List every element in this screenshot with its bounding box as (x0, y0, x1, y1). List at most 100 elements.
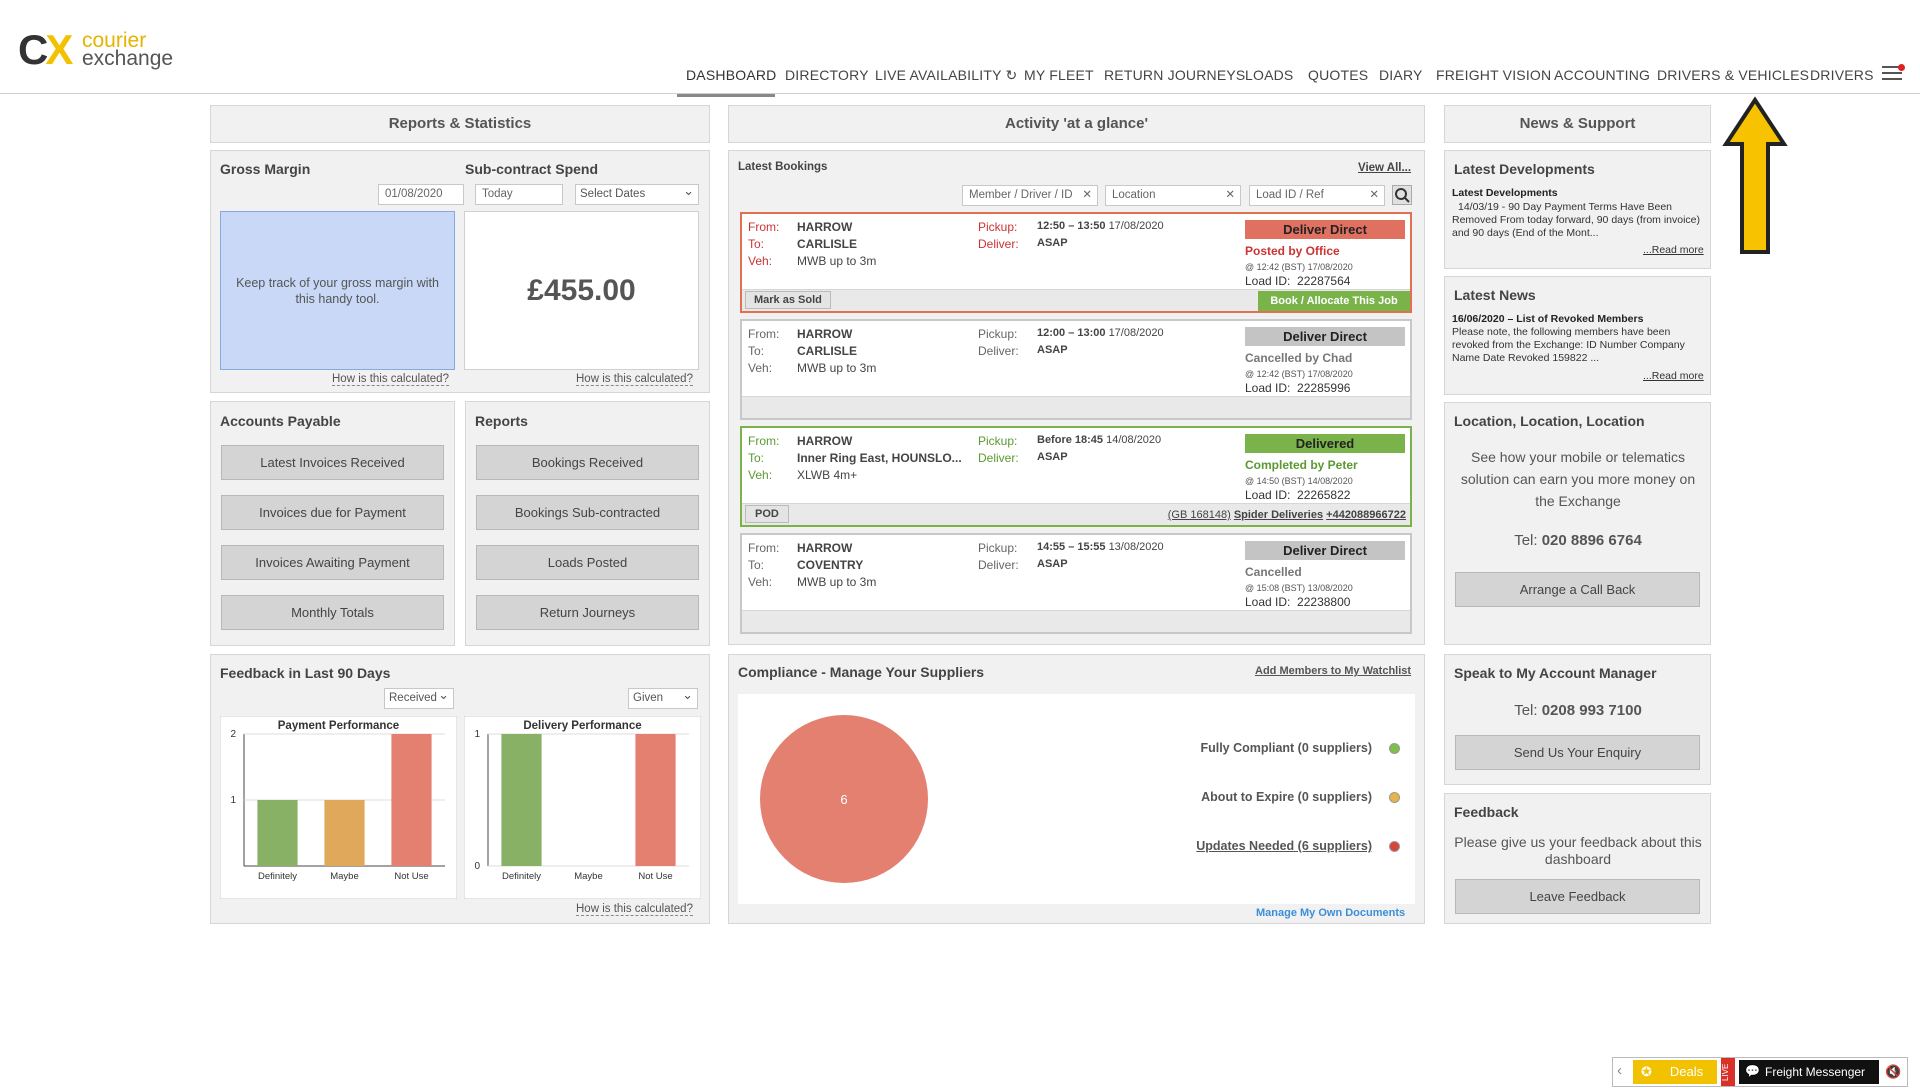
status-dot-green (1389, 743, 1400, 754)
invoices-awaiting-button[interactable]: Invoices Awaiting Payment (221, 545, 444, 580)
latest-bookings-title: Latest Bookings (738, 161, 828, 173)
nav-accounting[interactable]: ACCOUNTING (1554, 67, 1650, 83)
status-detail: Cancelled by Chad (1245, 351, 1353, 365)
veh-label: Veh: (748, 468, 773, 482)
mark-as-sold-button[interactable]: Mark as Sold (745, 291, 831, 309)
clear-icon[interactable]: ✕ (1225, 186, 1235, 205)
x-tick-label: Not Use (394, 871, 428, 882)
to-label: To: (748, 558, 765, 572)
loadid-filter-input[interactable]: Load ID / Ref ✕ (1249, 185, 1385, 206)
member-filter-placeholder: Member / Driver / ID (969, 189, 1073, 201)
booking-card[interactable]: From: To: Veh: HARROW CARLISLE MWB up to… (740, 212, 1412, 313)
leave-feedback-button[interactable]: Leave Feedback (1455, 879, 1700, 914)
pickup-value: 12:00 – 13:00 17/08/2020 (1037, 327, 1164, 339)
bookings-subcontracted-button[interactable]: Bookings Sub-contracted (476, 495, 699, 530)
pod-button[interactable]: POD (745, 505, 789, 523)
gb-number-link[interactable]: (GB 168148) (1168, 509, 1231, 521)
received-dropdown[interactable]: Received (384, 685, 454, 709)
nav-diary[interactable]: DIARY (1379, 67, 1423, 83)
bookings-received-button[interactable]: Bookings Received (476, 445, 699, 480)
freight-messenger-button[interactable]: Freight Messenger (1739, 1060, 1879, 1084)
location-filter-input[interactable]: Location ✕ (1105, 185, 1241, 206)
deals-button[interactable]: ✪ Deals (1633, 1060, 1717, 1084)
pickup-label: Pickup: (978, 327, 1018, 341)
view-all-link[interactable]: View All... (1358, 162, 1411, 174)
load-id-label: Load ID: (1245, 488, 1291, 502)
booking-card[interactable]: From: To: Veh: HARROW Inner Ring East, H… (740, 426, 1412, 527)
load-id-value: 22238800 (1297, 595, 1351, 609)
nav-quotes[interactable]: QUOTES (1308, 67, 1368, 83)
feedback-how-link[interactable]: How is this calculated? (576, 903, 693, 916)
nav-drivers-vehicles[interactable]: DRIVERS & VEHICLES (1657, 67, 1809, 83)
legend-fully-compliant: Fully Compliant (0 suppliers) (1200, 741, 1372, 755)
search-icon[interactable] (1392, 185, 1412, 205)
news-read-more[interactable]: ...Read more (1643, 370, 1704, 382)
given-dropdown[interactable]: Given (628, 685, 698, 709)
manage-documents-link[interactable]: Manage My Own Documents (1256, 907, 1405, 919)
developments-item-title: Latest Developments (1452, 187, 1558, 199)
date-to-input[interactable]: Today (475, 184, 563, 205)
developments-read-more[interactable]: ...Read more (1643, 244, 1704, 256)
nav-loads[interactable]: LOADS (1245, 67, 1293, 83)
subcontract-title: Sub-contract Spend (465, 161, 599, 177)
manager-phone: Tel: 0208 993 7100 (1454, 700, 1702, 722)
nav-my-fleet[interactable]: MY FLEET (1024, 67, 1094, 83)
vehicle-value: MWB up to 3m (797, 361, 877, 375)
notification-dot (1898, 64, 1905, 71)
refresh-icon: ↻ (1005, 67, 1018, 83)
status-timestamp: @ 12:42 (BST) 17/08/2020 (1245, 262, 1353, 272)
status-dot-amber (1389, 792, 1400, 803)
location-title: Location, Location, Location (1454, 413, 1645, 429)
compliance-pie: 6 (760, 715, 928, 883)
y-tick-label: 2 (230, 729, 236, 740)
gross-margin-card[interactable]: Keep track of your gross margin with thi… (220, 211, 455, 370)
company-link[interactable]: Spider Deliveries (1234, 509, 1323, 521)
nav-directory[interactable]: DIRECTORY (785, 67, 869, 83)
arrange-call-back-button[interactable]: Arrange a Call Back (1455, 572, 1700, 607)
return-journeys-button[interactable]: Return Journeys (476, 595, 699, 630)
arrow-up-icon (1722, 96, 1788, 254)
select-dates-dropdown[interactable]: Select Dates (575, 181, 699, 205)
nav-drivers[interactable]: DRIVERS (1810, 67, 1874, 83)
reports-statistics-heading: Reports & Statistics (210, 105, 710, 143)
phone-link[interactable]: +442088966722 (1326, 509, 1406, 521)
nav-return-journeys[interactable]: RETURN JOURNEYS (1104, 67, 1245, 83)
member-filter-input[interactable]: Member / Driver / ID ✕ (962, 185, 1098, 206)
status-badge: Delivered (1245, 434, 1405, 453)
pickup-value: Before 18:45 14/08/2020 (1037, 434, 1161, 446)
booking-card[interactable]: From: To: Veh: HARROW CARLISLE MWB up to… (740, 319, 1412, 420)
nav-active-underline (677, 94, 775, 97)
latest-invoices-button[interactable]: Latest Invoices Received (221, 445, 444, 480)
booking-footer (742, 396, 1410, 418)
legend-updates-needed-link[interactable]: Updates Needed (6 suppliers) (1090, 839, 1372, 853)
subcontract-how-link[interactable]: How is this calculated? (576, 373, 693, 386)
chevron-left-icon[interactable]: ‹ (1617, 1062, 1622, 1079)
vehicle-value: MWB up to 3m (797, 575, 877, 589)
mute-icon[interactable]: 🔇 (1885, 1064, 1901, 1080)
load-id: Load ID: 22238800 (1245, 595, 1350, 609)
nav-freight-vision[interactable]: FREIGHT VISION (1436, 67, 1551, 83)
book-allocate-button[interactable]: Book / Allocate This Job (1258, 291, 1410, 311)
nav-live-availability[interactable]: LIVE AVAILABILITY ↻ (875, 67, 1017, 84)
deliver-label: Deliver: (978, 344, 1019, 358)
to-value: CARLISLE (797, 237, 857, 251)
pickup-date: 17/08/2020 (1108, 220, 1164, 232)
load-id-value: 22285996 (1297, 381, 1351, 395)
feedback-90-title: Feedback in Last 90 Days (220, 665, 391, 681)
status-detail: Completed by Peter (1245, 458, 1358, 472)
date-from-input[interactable]: 01/08/2020 (378, 184, 464, 205)
news-item-title: 16/06/2020 – List of Revoked Members (1452, 313, 1644, 325)
load-id-value: 22265822 (1297, 488, 1351, 502)
loads-posted-button[interactable]: Loads Posted (476, 545, 699, 580)
invoices-due-button[interactable]: Invoices due for Payment (221, 495, 444, 530)
clear-icon[interactable]: ✕ (1369, 186, 1379, 205)
gross-margin-how-link[interactable]: How is this calculated? (332, 373, 449, 386)
monthly-totals-button[interactable]: Monthly Totals (221, 595, 444, 630)
send-enquiry-button[interactable]: Send Us Your Enquiry (1455, 735, 1700, 770)
booking-card[interactable]: From: To: Veh: HARROW COVENTRY MWB up to… (740, 533, 1412, 634)
chart-title: Delivery Performance (523, 720, 641, 732)
clear-icon[interactable]: ✕ (1082, 186, 1092, 205)
nav-dashboard[interactable]: DASHBOARD (686, 67, 776, 83)
chart-title: Payment Performance (278, 720, 399, 732)
add-watchlist-link[interactable]: Add Members to My Watchlist (1255, 665, 1411, 677)
